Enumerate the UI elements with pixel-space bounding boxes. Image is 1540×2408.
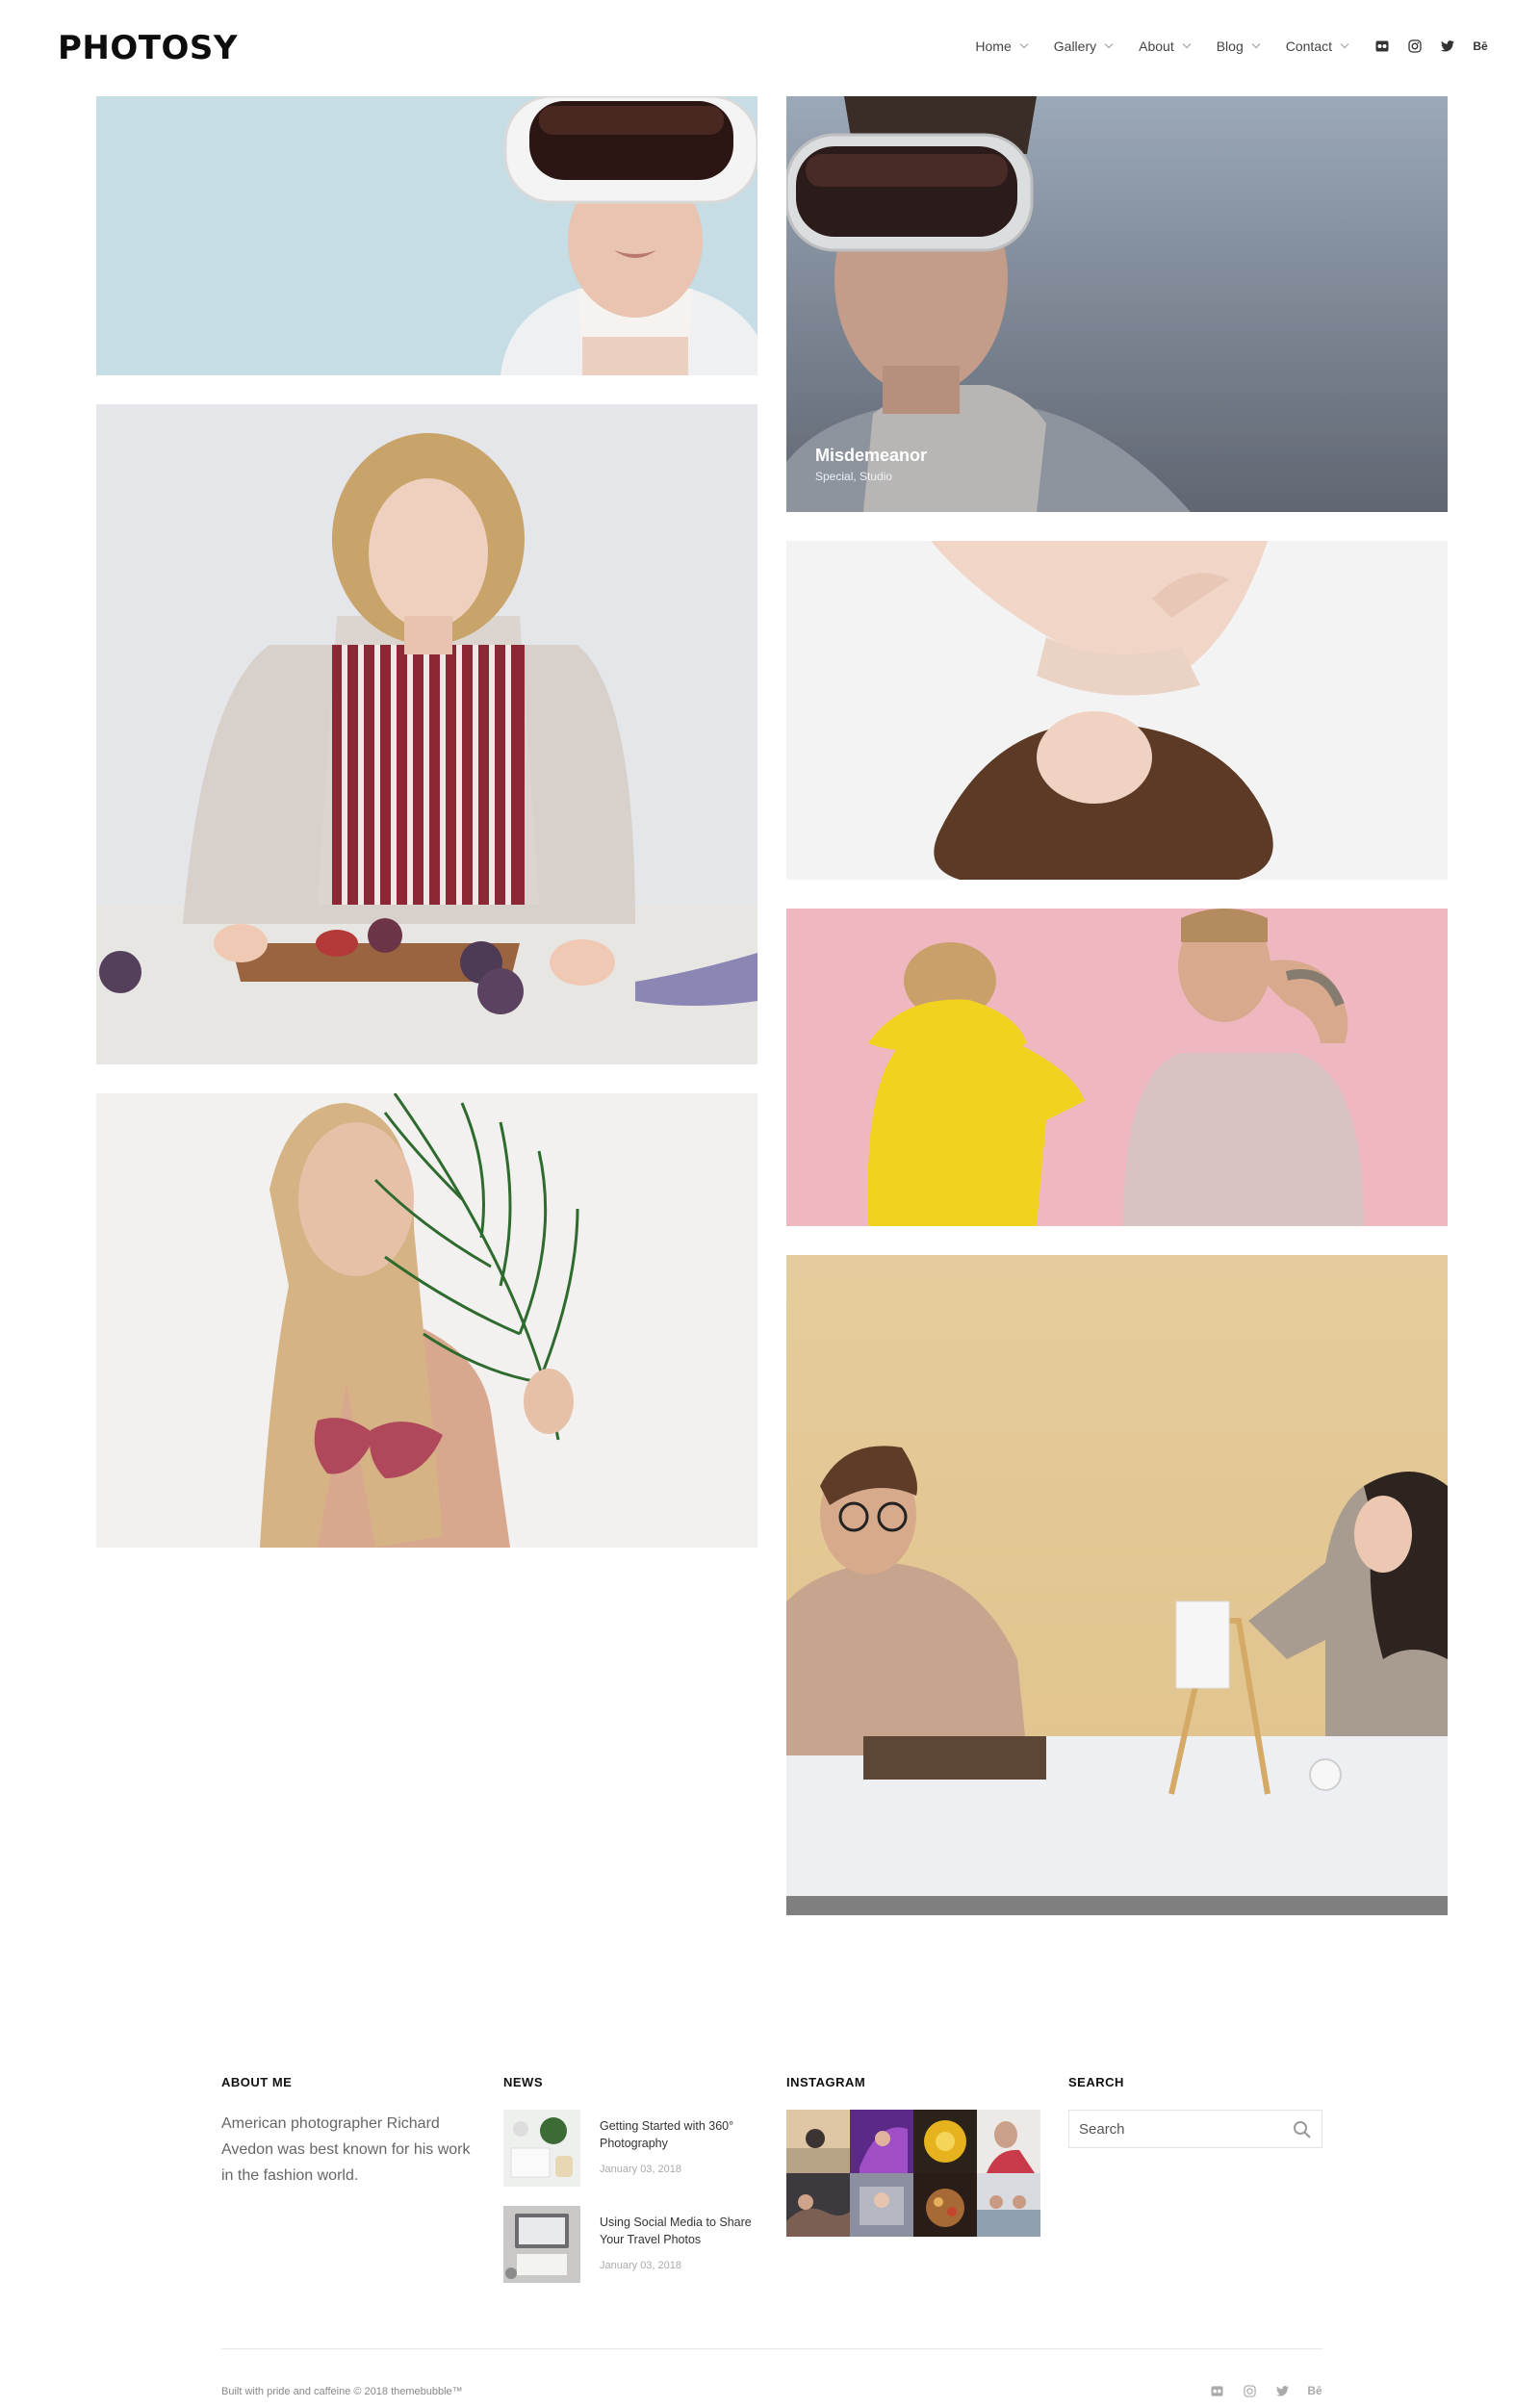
- nav-item-label: Home: [975, 38, 1012, 54]
- flickr-icon[interactable]: [1374, 38, 1390, 54]
- gallery-tile[interactable]: [96, 96, 757, 375]
- news-widget: NEWS Getting Started with 360° Photograp…: [503, 2075, 763, 2306]
- gallery-tile-featured[interactable]: Misdemeanor Special, Studio: [786, 96, 1448, 512]
- instagram-widget-title: INSTAGRAM: [786, 2075, 866, 2089]
- featured-title[interactable]: Misdemeanor: [815, 446, 927, 466]
- news-date: January 03, 2018: [600, 2164, 682, 2175]
- news-thumbnail: [503, 2206, 580, 2283]
- gallery-tile[interactable]: [96, 1093, 757, 1548]
- news-item[interactable]: Using Social Media to Share Your Travel …: [503, 2206, 754, 2287]
- instagram-photo[interactable]: [850, 2110, 913, 2173]
- behance-icon[interactable]: Bē: [1307, 2383, 1322, 2398]
- about-widget: ABOUT ME American photographer Richard A…: [221, 2075, 481, 2189]
- twitter-icon[interactable]: [1274, 2383, 1290, 2398]
- news-date: January 03, 2018: [600, 2260, 682, 2271]
- search-widget: SEARCH: [1068, 2075, 1328, 2171]
- search-input[interactable]: [1079, 2120, 1281, 2138]
- instagram-icon[interactable]: [1242, 2383, 1257, 2398]
- news-widget-title: NEWS: [503, 2075, 543, 2089]
- twitter-icon[interactable]: [1440, 38, 1455, 54]
- chevron-down-icon: [1104, 39, 1114, 49]
- nav-item-label: Gallery: [1053, 38, 1097, 54]
- instagram-photo[interactable]: [977, 2173, 1040, 2237]
- about-widget-title: ABOUT ME: [221, 2075, 293, 2089]
- copyright-text: Built with pride and caffeine © 2018 the…: [221, 2386, 463, 2397]
- nav-item-home[interactable]: Home: [975, 38, 1029, 54]
- search-widget-title: SEARCH: [1068, 2075, 1124, 2089]
- instagram-grid: [786, 2110, 1040, 2237]
- chevron-down-icon: [1182, 39, 1191, 49]
- nav-item-label: About: [1139, 38, 1174, 54]
- site-header: PHOTOSY Home Gallery About Blog Contact: [0, 0, 1540, 96]
- main-nav: Home Gallery About Blog Contact: [975, 38, 1349, 54]
- featured-categories[interactable]: Special, Studio: [815, 470, 892, 483]
- instagram-photo[interactable]: [913, 2110, 977, 2173]
- footer-divider: [221, 2348, 1322, 2349]
- gallery-tile[interactable]: [786, 909, 1448, 1226]
- footer-social-links: Bē: [1209, 2383, 1322, 2398]
- instagram-photo[interactable]: [913, 2173, 977, 2237]
- painting-couple-photo: [786, 1255, 1448, 1915]
- news-title[interactable]: Getting Started with 360° Photography: [600, 2117, 754, 2152]
- news-title[interactable]: Using Social Media to Share Your Travel …: [600, 2214, 754, 2248]
- instagram-photo[interactable]: [850, 2173, 913, 2237]
- instagram-photo[interactable]: [786, 2110, 850, 2173]
- goggles-woman-photo: [96, 96, 757, 375]
- chevron-down-icon: [1340, 39, 1349, 49]
- behance-icon[interactable]: Bē: [1473, 38, 1488, 54]
- apron-girl-photo: [96, 404, 757, 1064]
- nav-item-blog[interactable]: Blog: [1216, 38, 1260, 54]
- gallery-tile[interactable]: [786, 1255, 1448, 1915]
- instagram-photo[interactable]: [786, 2173, 850, 2237]
- gallery-tile[interactable]: [786, 541, 1448, 880]
- flickr-icon[interactable]: [1209, 2383, 1224, 2398]
- search-icon[interactable]: [1293, 2120, 1312, 2139]
- news-item[interactable]: Getting Started with 360° Photography Ja…: [503, 2110, 754, 2190]
- gallery-tile[interactable]: [96, 404, 757, 1064]
- instagram-icon[interactable]: [1407, 38, 1423, 54]
- nav-item-contact[interactable]: Contact: [1285, 38, 1349, 54]
- chevron-down-icon: [1251, 39, 1260, 49]
- nav-item-gallery[interactable]: Gallery: [1053, 38, 1114, 54]
- lying-woman-photo: [786, 541, 1448, 880]
- nav-item-label: Blog: [1216, 38, 1244, 54]
- instagram-photo[interactable]: [977, 2110, 1040, 2173]
- news-thumbnail: [503, 2110, 580, 2187]
- palm-leaf-woman-photo: [96, 1093, 757, 1548]
- instagram-widget: INSTAGRAM: [786, 2075, 1046, 2248]
- nav-item-label: Contact: [1285, 38, 1332, 54]
- site-logo[interactable]: PHOTOSY: [58, 29, 238, 67]
- pink-couple-photo: [786, 909, 1448, 1226]
- nav-item-about[interactable]: About: [1139, 38, 1191, 54]
- chevron-down-icon: [1019, 39, 1029, 49]
- search-field[interactable]: [1068, 2110, 1322, 2148]
- header-social-links: Bē: [1374, 38, 1488, 54]
- about-text: American photographer Richard Avedon was…: [221, 2115, 471, 2184]
